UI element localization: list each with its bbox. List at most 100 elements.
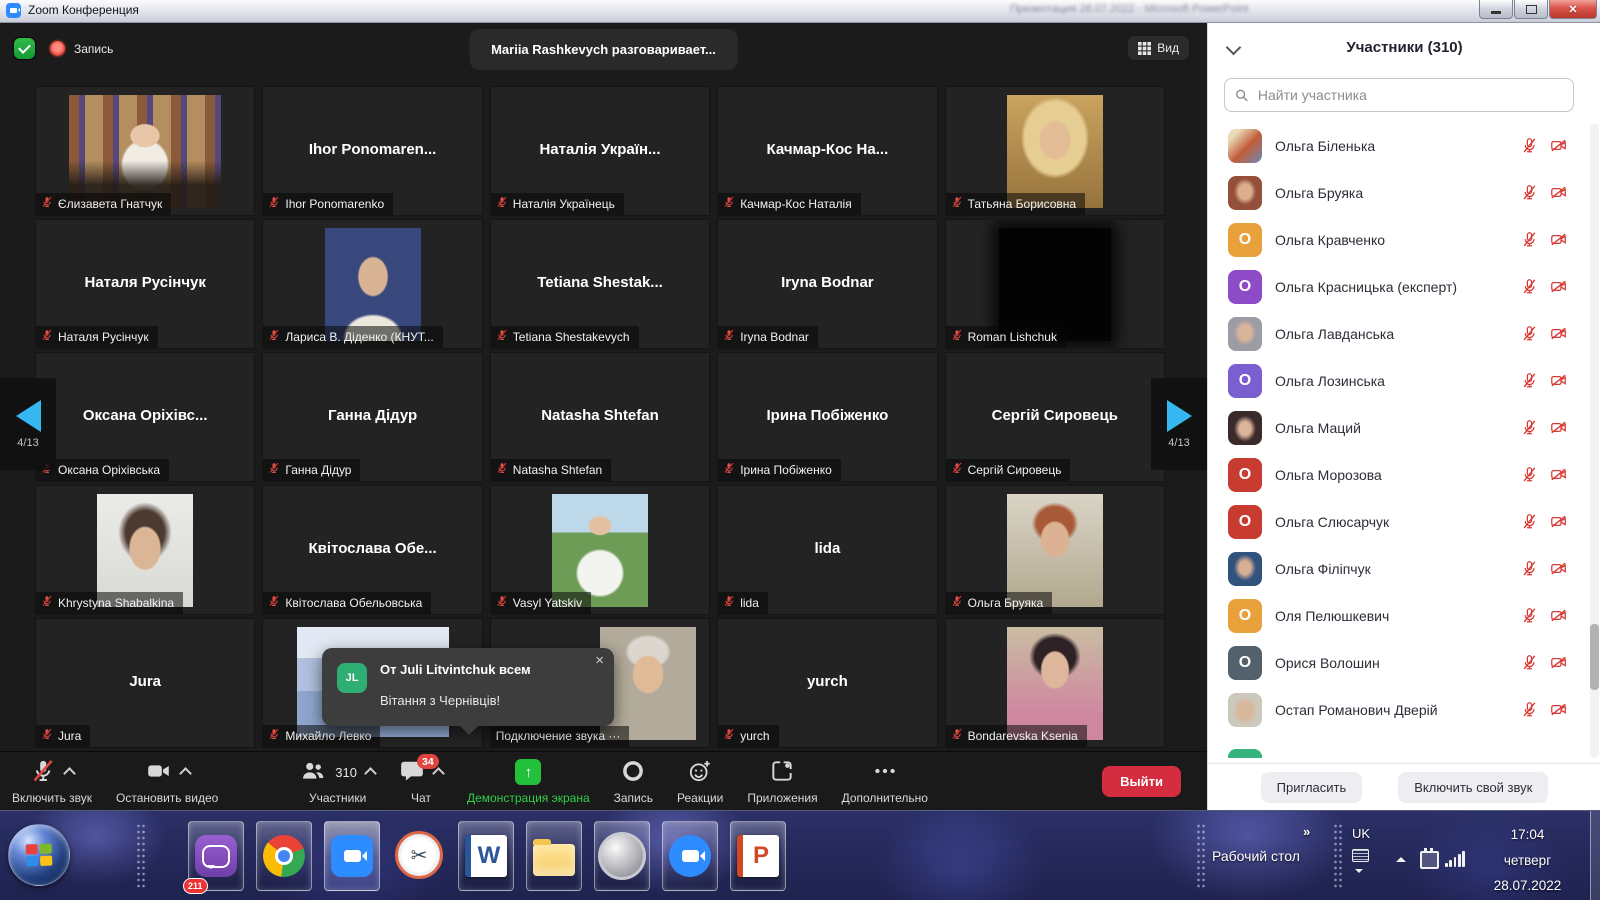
- language-dropdown-icon[interactable]: [1355, 869, 1363, 877]
- participant-row[interactable]: Ольга Філіпчук: [1208, 545, 1586, 592]
- participant-row[interactable]: ООльга Красницька (експерт): [1208, 263, 1586, 310]
- chevron-up-icon[interactable]: [179, 767, 192, 780]
- video-tile[interactable]: Bondarevska Ksenia: [945, 618, 1165, 748]
- mic-muted-icon: [496, 196, 508, 211]
- participant-row[interactable]: Ольга Бруяка: [1208, 169, 1586, 216]
- video-tile[interactable]: Ірина ПобіженкоІрина Побіженко: [717, 352, 937, 482]
- participant-row[interactable]: Ольга Маций: [1208, 404, 1586, 451]
- chevron-up-icon[interactable]: [364, 767, 377, 780]
- participant-name: Михайло Левко: [285, 729, 371, 743]
- view-button[interactable]: Вид: [1128, 36, 1189, 60]
- video-tile[interactable]: Vasyl Yatskiv: [490, 485, 710, 615]
- participant-row[interactable]: ООля Пелюшкевич: [1208, 592, 1586, 639]
- scrollbar-thumb[interactable]: [1590, 624, 1599, 690]
- close-icon[interactable]: ×: [595, 652, 604, 669]
- participant-row[interactable]: Остап Романович Дверій: [1208, 686, 1586, 733]
- participant-name: Ольга Красницька (експерт): [1275, 279, 1521, 295]
- toolbar-record-button[interactable]: Запись: [602, 752, 665, 810]
- video-tile[interactable]: Татьяна Борисовна: [945, 86, 1165, 216]
- participants-footer: Пригласить Включить свой звук: [1208, 763, 1600, 810]
- toolbar-stop-video-button[interactable]: Остановить видео: [104, 752, 230, 810]
- taskbar-icon-explorer[interactable]: [526, 821, 582, 891]
- language-indicator[interactable]: UK: [1352, 826, 1370, 841]
- taskbar-clock[interactable]: 17:04 четверг 28.07.2022: [1470, 822, 1585, 899]
- toolbar-participants-button[interactable]: 310Участники: [288, 752, 387, 810]
- video-tile[interactable]: Natasha ShtefanNatasha Shtefan: [490, 352, 710, 482]
- video-tile[interactable]: Ihor Ponomaren...Ihor Ponomarenko: [262, 86, 482, 216]
- invite-button[interactable]: Пригласить: [1261, 772, 1363, 803]
- search-participant-box[interactable]: [1224, 78, 1574, 112]
- chat-notification-popup[interactable]: JL От Juli Litvintchuk всем Вітання з Че…: [322, 648, 614, 726]
- participant-name: yurch: [740, 729, 769, 743]
- unmute-self-button[interactable]: Включить свой звук: [1398, 772, 1548, 803]
- mic-muted-icon: [41, 196, 53, 211]
- toolbar-apps-button[interactable]: Приложения: [735, 752, 829, 810]
- video-tile[interactable]: Сергій СировецьСергій Сировець: [945, 352, 1165, 482]
- tray-expand-icon[interactable]: [1396, 852, 1406, 862]
- taskbar-icon-zoom-meeting[interactable]: [662, 821, 718, 891]
- video-tile[interactable]: Iryna BodnarIryna Bodnar: [717, 219, 937, 349]
- toolbar-overflow-chevron[interactable]: »: [1303, 824, 1310, 839]
- participant-name-center: yurch: [718, 673, 936, 690]
- video-tile[interactable]: Лариса В. Діденко (КНУТ...: [262, 219, 482, 349]
- video-tile[interactable]: lidalida: [717, 485, 937, 615]
- participant-name: Орися Волошин: [1275, 655, 1521, 671]
- recording-label[interactable]: Запись: [74, 42, 113, 56]
- minimize-button[interactable]: [1479, 0, 1513, 19]
- participant-video: [600, 627, 696, 740]
- participant-name: Ольга Бруяка: [968, 596, 1044, 610]
- network-tray-icon[interactable]: [1445, 851, 1465, 867]
- video-tile[interactable]: Ольга Бруяка: [945, 485, 1165, 615]
- chevron-up-icon[interactable]: [63, 767, 76, 780]
- participant-row[interactable]: ООльга Морозова: [1208, 451, 1586, 498]
- desktop-toolbar-label[interactable]: Рабочий стол: [1212, 848, 1300, 864]
- video-tile[interactable]: Качмар-Кос На...Качмар-Кос Наталія: [717, 86, 937, 216]
- taskbar-icon-word[interactable]: W: [458, 821, 514, 891]
- participant-video: [69, 95, 221, 208]
- participants-panel: Участники (310) Ольга БіленькаОльга Бруя…: [1207, 22, 1600, 810]
- taskbar-icon-snipping-tool[interactable]: ✂: [392, 821, 446, 889]
- show-desktop-button[interactable]: [1590, 811, 1600, 900]
- chevron-up-icon[interactable]: [432, 767, 445, 780]
- participant-row[interactable]: ООльга Слюсарчук: [1208, 498, 1586, 545]
- recording-indicator-icon[interactable]: [50, 41, 65, 56]
- power-tray-icon[interactable]: [1420, 851, 1439, 869]
- participant-row[interactable]: Ольга Біленька: [1208, 122, 1586, 169]
- start-button[interactable]: [8, 824, 70, 886]
- keyboard-layout-icon[interactable]: [1352, 849, 1369, 862]
- toolbar-share-screen-button[interactable]: ↑Демонстрация экрана: [455, 752, 602, 810]
- previous-page-button[interactable]: 4/13: [0, 378, 56, 470]
- next-page-button[interactable]: 4/13: [1151, 378, 1207, 470]
- search-input[interactable]: [1256, 86, 1563, 104]
- security-shield-icon[interactable]: [14, 38, 35, 59]
- video-tile[interactable]: Наталя РусінчукНаталя Русінчук: [35, 219, 255, 349]
- participant-row[interactable]: Ольга Лавданська: [1208, 310, 1586, 357]
- close-button[interactable]: ✕: [1549, 0, 1597, 19]
- toolbar-chat-button[interactable]: 34Чат: [387, 752, 455, 810]
- taskbar-icon-viber[interactable]: 211: [188, 821, 244, 891]
- taskbar-icon-chrome[interactable]: [256, 821, 312, 891]
- video-tile[interactable]: Tetiana Shestak...Tetiana Shestakevych: [490, 219, 710, 349]
- participant-row[interactable]: ООльга Лозинська: [1208, 357, 1586, 404]
- taskbar-icon-media-player[interactable]: [594, 821, 650, 891]
- video-tile[interactable]: Наталія Україн...Наталія Українець: [490, 86, 710, 216]
- video-tile[interactable]: yurch yurch: [717, 618, 937, 748]
- maximize-button[interactable]: [1514, 0, 1548, 19]
- video-tile[interactable]: Roman Lishchuk: [945, 219, 1165, 349]
- participants-scrollbar[interactable]: [1590, 124, 1599, 758]
- leave-meeting-button[interactable]: Выйти: [1102, 766, 1181, 797]
- toolbar-more-button[interactable]: Дополнительно: [830, 752, 940, 810]
- toolbar-unmute-button[interactable]: Включить звук: [0, 752, 104, 810]
- video-tile[interactable]: Ганна ДідурГанна Дідур: [262, 352, 482, 482]
- toolbar-reactions-button[interactable]: Реакции: [665, 752, 735, 810]
- participant-row[interactable]: ООльга Кравченко: [1208, 216, 1586, 263]
- video-tile[interactable]: Оксана Оріхівс...Оксана Оріхівська: [35, 352, 255, 482]
- video-tile[interactable]: Єлизавета Гнатчук: [35, 86, 255, 216]
- taskbar-icon-zoom[interactable]: [324, 821, 380, 891]
- video-tile[interactable]: JuraJura: [35, 618, 255, 748]
- video-tile[interactable]: Khrystyna Shabalkina: [35, 485, 255, 615]
- video-tile[interactable]: Квітослава Обе...Квітослава Обельовська: [262, 485, 482, 615]
- taskbar-icon-powerpoint[interactable]: P: [730, 821, 786, 891]
- participant-row[interactable]: ООрися Волошин: [1208, 639, 1586, 686]
- video-off-icon: [1549, 560, 1568, 577]
